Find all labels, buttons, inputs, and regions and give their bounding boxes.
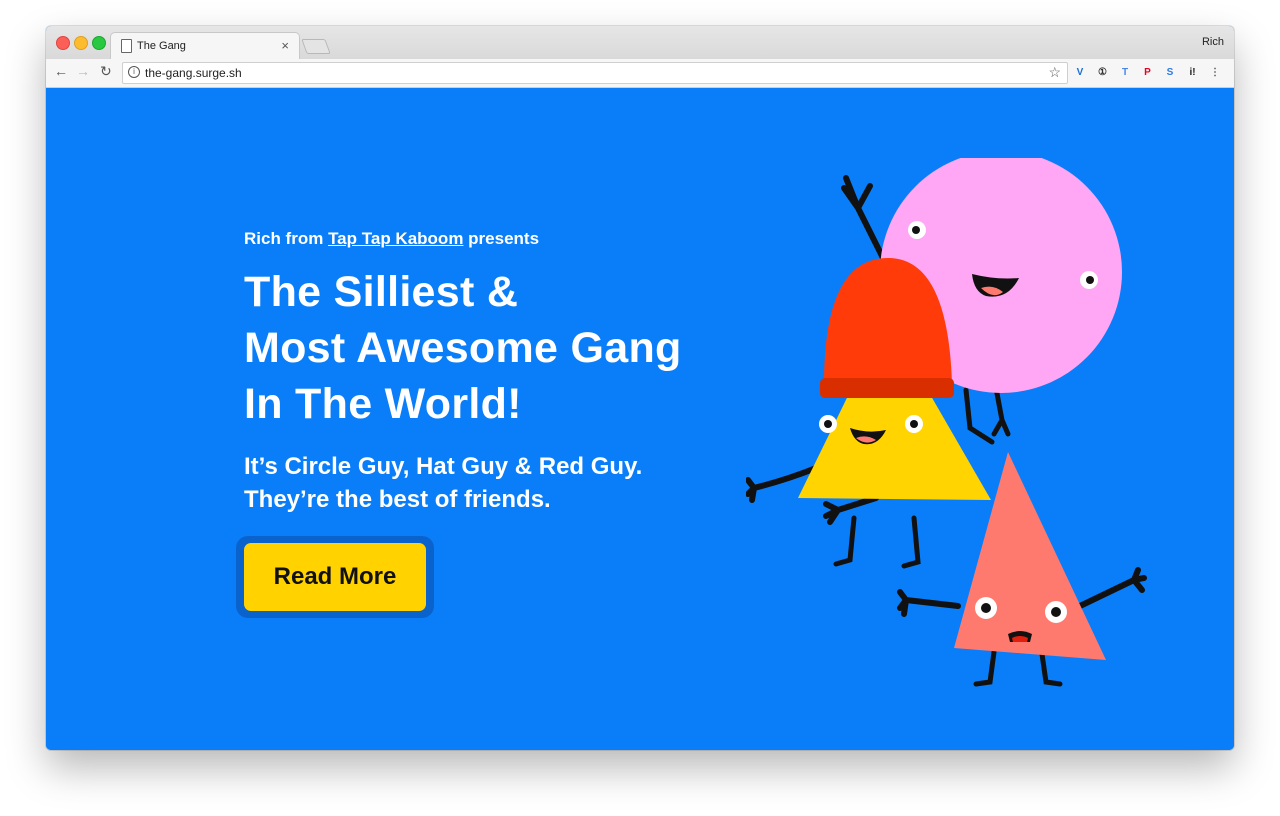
tab-bar: The Gang × Rich bbox=[46, 26, 1234, 60]
menu-icon[interactable]: ⋮ bbox=[1208, 66, 1222, 80]
back-icon[interactable]: ← bbox=[54, 63, 68, 79]
tab-the-gang[interactable]: The Gang × bbox=[110, 32, 300, 60]
pinterest-icon[interactable]: P bbox=[1141, 66, 1155, 80]
minimize-window-button[interactable] bbox=[74, 36, 88, 50]
bookmark-star-icon[interactable]: ☆ bbox=[1048, 64, 1061, 81]
page-icon bbox=[121, 39, 132, 53]
zoom-window-button[interactable] bbox=[92, 36, 106, 50]
kicker-prefix: Rich from bbox=[244, 229, 329, 248]
tab-title: The Gang bbox=[137, 40, 186, 52]
address-bar[interactable]: i the-gang.surge.sh ☆ bbox=[122, 62, 1068, 84]
close-window-button[interactable] bbox=[56, 36, 70, 50]
page-content: Rich from Tap Tap Kaboom presents The Si… bbox=[46, 88, 1234, 750]
subtitle-line-2: They’re the best of friends. bbox=[244, 486, 551, 513]
s-extension-icon[interactable]: S bbox=[1163, 66, 1177, 80]
translate-icon[interactable]: T bbox=[1118, 66, 1132, 80]
tap-tap-kaboom-link[interactable]: Tap Tap Kaboom bbox=[328, 229, 463, 248]
read-more-button[interactable]: Read More bbox=[244, 543, 426, 611]
headline-line-3: In The World! bbox=[244, 380, 522, 428]
new-tab-button[interactable] bbox=[301, 39, 331, 54]
vimeo-icon[interactable]: V bbox=[1073, 66, 1087, 80]
forward-icon[interactable]: → bbox=[76, 63, 90, 79]
headline-line-1: The Silliest & bbox=[244, 268, 519, 316]
browser-toolbar: ← → ↻ i the-gang.surge.sh ☆ V ① T P Si! ⋮ bbox=[46, 59, 1234, 88]
read-more-button-focus-ring: Read More bbox=[236, 536, 434, 618]
i-extension-icon[interactable]: i! bbox=[1186, 66, 1200, 80]
profile-name[interactable]: Rich bbox=[1202, 36, 1224, 48]
kicker-suffix: presents bbox=[463, 229, 540, 248]
gang-illustration bbox=[746, 158, 1147, 687]
browser-window: The Gang × Rich ← → ↻ i the-gang.surge.s… bbox=[46, 26, 1234, 750]
kicker-text: Rich from Tap Tap Kaboom presents bbox=[244, 229, 539, 249]
url-text[interactable]: the-gang.surge.sh bbox=[145, 66, 242, 80]
subtitle: It’s Circle Guy, Hat Guy & Red Guy. They… bbox=[244, 450, 642, 516]
onepassword-icon[interactable]: ① bbox=[1096, 66, 1110, 80]
subtitle-line-1: It’s Circle Guy, Hat Guy & Red Guy. bbox=[244, 453, 643, 480]
headline-line-2: Most Awesome Gang bbox=[244, 324, 682, 372]
reload-icon[interactable]: ↻ bbox=[100, 63, 112, 80]
tab-close-icon[interactable]: × bbox=[281, 38, 289, 53]
page-title: The Silliest & Most Awesome Gang In The … bbox=[244, 264, 682, 432]
site-info-icon[interactable]: i bbox=[128, 66, 140, 78]
